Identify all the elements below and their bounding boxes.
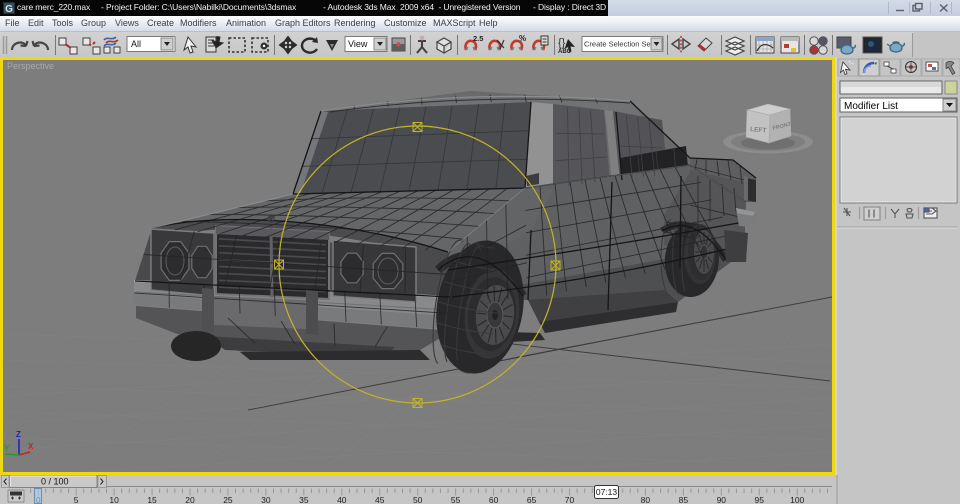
svg-text:All: All xyxy=(131,39,141,49)
svg-text:Modifier List: Modifier List xyxy=(844,101,898,112)
svg-text:60: 60 xyxy=(489,495,499,504)
svg-text:35: 35 xyxy=(299,495,309,504)
svg-text:15: 15 xyxy=(147,495,157,504)
svg-text:Y: Y xyxy=(4,444,10,453)
svg-text:90: 90 xyxy=(717,495,727,504)
svg-text:07:13: 07:13 xyxy=(596,487,618,497)
svg-text:5: 5 xyxy=(74,495,79,504)
svg-text:95: 95 xyxy=(755,495,765,504)
svg-text:G: G xyxy=(5,4,13,15)
svg-text:80: 80 xyxy=(641,495,651,504)
svg-text:20: 20 xyxy=(185,495,195,504)
svg-text:100: 100 xyxy=(790,495,804,504)
svg-text:Create Selection Set: Create Selection Set xyxy=(584,40,654,49)
svg-text:LEFT: LEFT xyxy=(750,126,767,134)
svg-text:Z: Z xyxy=(16,430,21,439)
svg-text:40: 40 xyxy=(337,495,347,504)
svg-text:70: 70 xyxy=(565,495,575,504)
svg-text:2.5: 2.5 xyxy=(473,34,483,43)
svg-text:0 / 100: 0 / 100 xyxy=(41,477,69,487)
svg-text:ABC: ABC xyxy=(558,49,572,55)
svg-text:%: % xyxy=(519,34,526,43)
svg-text:Perspective: Perspective xyxy=(7,61,54,71)
svg-text:85: 85 xyxy=(679,495,689,504)
svg-text:30: 30 xyxy=(261,495,271,504)
svg-text:X: X xyxy=(28,442,34,451)
svg-text:65: 65 xyxy=(527,495,537,504)
svg-text:10: 10 xyxy=(109,495,119,504)
svg-text:{}: {} xyxy=(558,37,566,49)
svg-text:25: 25 xyxy=(223,495,233,504)
svg-text:45: 45 xyxy=(375,495,385,504)
svg-text:50: 50 xyxy=(413,495,423,504)
svg-text:55: 55 xyxy=(451,495,461,504)
svg-text:View: View xyxy=(348,39,368,49)
